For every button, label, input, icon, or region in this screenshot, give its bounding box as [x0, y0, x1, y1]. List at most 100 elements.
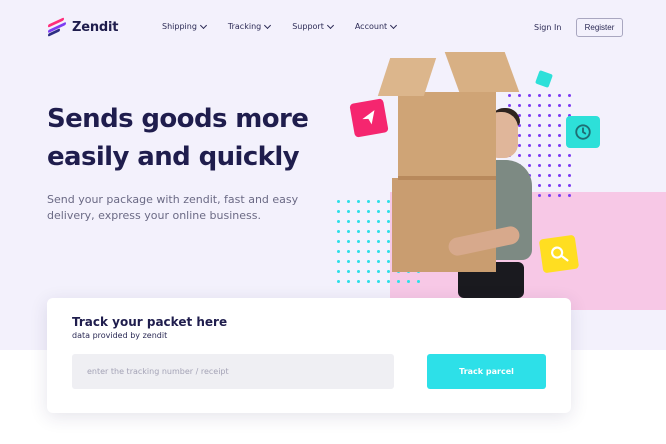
decor-dot [558, 134, 561, 137]
tracking-number-input[interactable] [72, 354, 394, 389]
decor-dot [357, 230, 360, 233]
decor-dot [387, 220, 390, 223]
decor-dot [377, 250, 380, 253]
decor-dot [538, 194, 541, 197]
decor-dot [347, 280, 350, 283]
decor-dot [528, 154, 531, 157]
decor-dot [548, 174, 551, 177]
decor-dot [377, 210, 380, 213]
decor-dot [337, 270, 340, 273]
decor-dot [558, 194, 561, 197]
decor-dot [377, 240, 380, 243]
decor-dot [367, 220, 370, 223]
decor-dot [387, 270, 390, 273]
cardboard-box [398, 92, 496, 180]
chevron-down-icon [326, 21, 334, 29]
decor-dot [357, 260, 360, 263]
decor-dot [357, 270, 360, 273]
decor-dot [548, 104, 551, 107]
decor-dot [568, 104, 571, 107]
decor-dot [508, 104, 511, 107]
decor-dot [357, 200, 360, 203]
decor-dot [387, 240, 390, 243]
decor-dot [387, 250, 390, 253]
menu-item-support[interactable]: Support [292, 21, 334, 31]
decor-dot [518, 154, 521, 157]
decor-dot [548, 114, 551, 117]
decor-dot [548, 184, 551, 187]
decor-dot [568, 184, 571, 187]
chevron-down-icon [264, 21, 272, 29]
decor-dot [538, 114, 541, 117]
decor-dot [357, 250, 360, 253]
send-icon [349, 98, 389, 138]
tracking-subtitle: data provided by zendit [72, 331, 168, 340]
decor-dot [528, 134, 531, 137]
hero-headline: Sends goods more easily and quickly [47, 104, 309, 172]
decor-dot [558, 144, 561, 147]
decor-dot [568, 154, 571, 157]
sign-in-link[interactable]: Sign In [534, 23, 561, 32]
decor-dot [528, 164, 531, 167]
decor-dot [568, 194, 571, 197]
decor-dot [387, 260, 390, 263]
decor-dot [528, 104, 531, 107]
decor-dot [548, 134, 551, 137]
menu-item-label: Tracking [227, 22, 262, 31]
decor-dot [387, 230, 390, 233]
decor-dot [347, 260, 350, 263]
decor-dot [367, 280, 370, 283]
menu-item-shipping[interactable]: Shipping [162, 21, 207, 31]
search-icon [538, 234, 580, 274]
decor-dot [568, 174, 571, 177]
decor-dot [357, 220, 360, 223]
decor-dot [568, 94, 571, 97]
decor-dot [367, 230, 370, 233]
tracking-card: Track your packet here data provided by … [47, 298, 571, 413]
decor-dot [337, 240, 340, 243]
brand-name: Zendit [72, 19, 119, 35]
hero-subtext: Send your package with zendit, fast and … [47, 193, 299, 222]
decor-dot [558, 164, 561, 167]
decor-dot [377, 280, 380, 283]
decor-dot [347, 200, 350, 203]
decor-dot [387, 200, 390, 203]
decor-dot [377, 220, 380, 223]
decor-dot [558, 174, 561, 177]
decor-dot [538, 144, 541, 147]
track-parcel-button[interactable]: Track parcel [427, 354, 546, 389]
decor-dot [337, 230, 340, 233]
decor-dot [528, 144, 531, 147]
register-button[interactable]: Register [576, 18, 623, 37]
decor-dot [337, 200, 340, 203]
decor-dot [548, 144, 551, 147]
decor-dot [377, 200, 380, 203]
decor-dot [347, 250, 350, 253]
decor-dot [367, 250, 370, 253]
decor-dot [377, 260, 380, 263]
decor-dot [367, 210, 370, 213]
decor-dot [357, 280, 360, 283]
decor-dot [407, 280, 410, 283]
decor-dot [538, 174, 541, 177]
decor-dot [508, 94, 511, 97]
chevron-down-icon [390, 21, 398, 29]
decor-dot [548, 94, 551, 97]
decor-dot [548, 124, 551, 127]
menu-item-tracking[interactable]: Tracking [227, 21, 272, 31]
decor-dot [367, 270, 370, 273]
decor-dot [357, 210, 360, 213]
decor-dot [548, 154, 551, 157]
decor-dot [397, 280, 400, 283]
clock-icon [566, 116, 600, 148]
decor-dot [367, 260, 370, 263]
decor-dot [528, 94, 531, 97]
cardboard-box [392, 178, 496, 272]
decor-dot [387, 280, 390, 283]
decor-dot [387, 210, 390, 213]
decor-dot [538, 94, 541, 97]
brand-logo[interactable]: Zendit [48, 17, 119, 37]
decor-dot [558, 154, 561, 157]
decor-dot [528, 124, 531, 127]
menu-item-account[interactable]: Account [355, 21, 398, 31]
